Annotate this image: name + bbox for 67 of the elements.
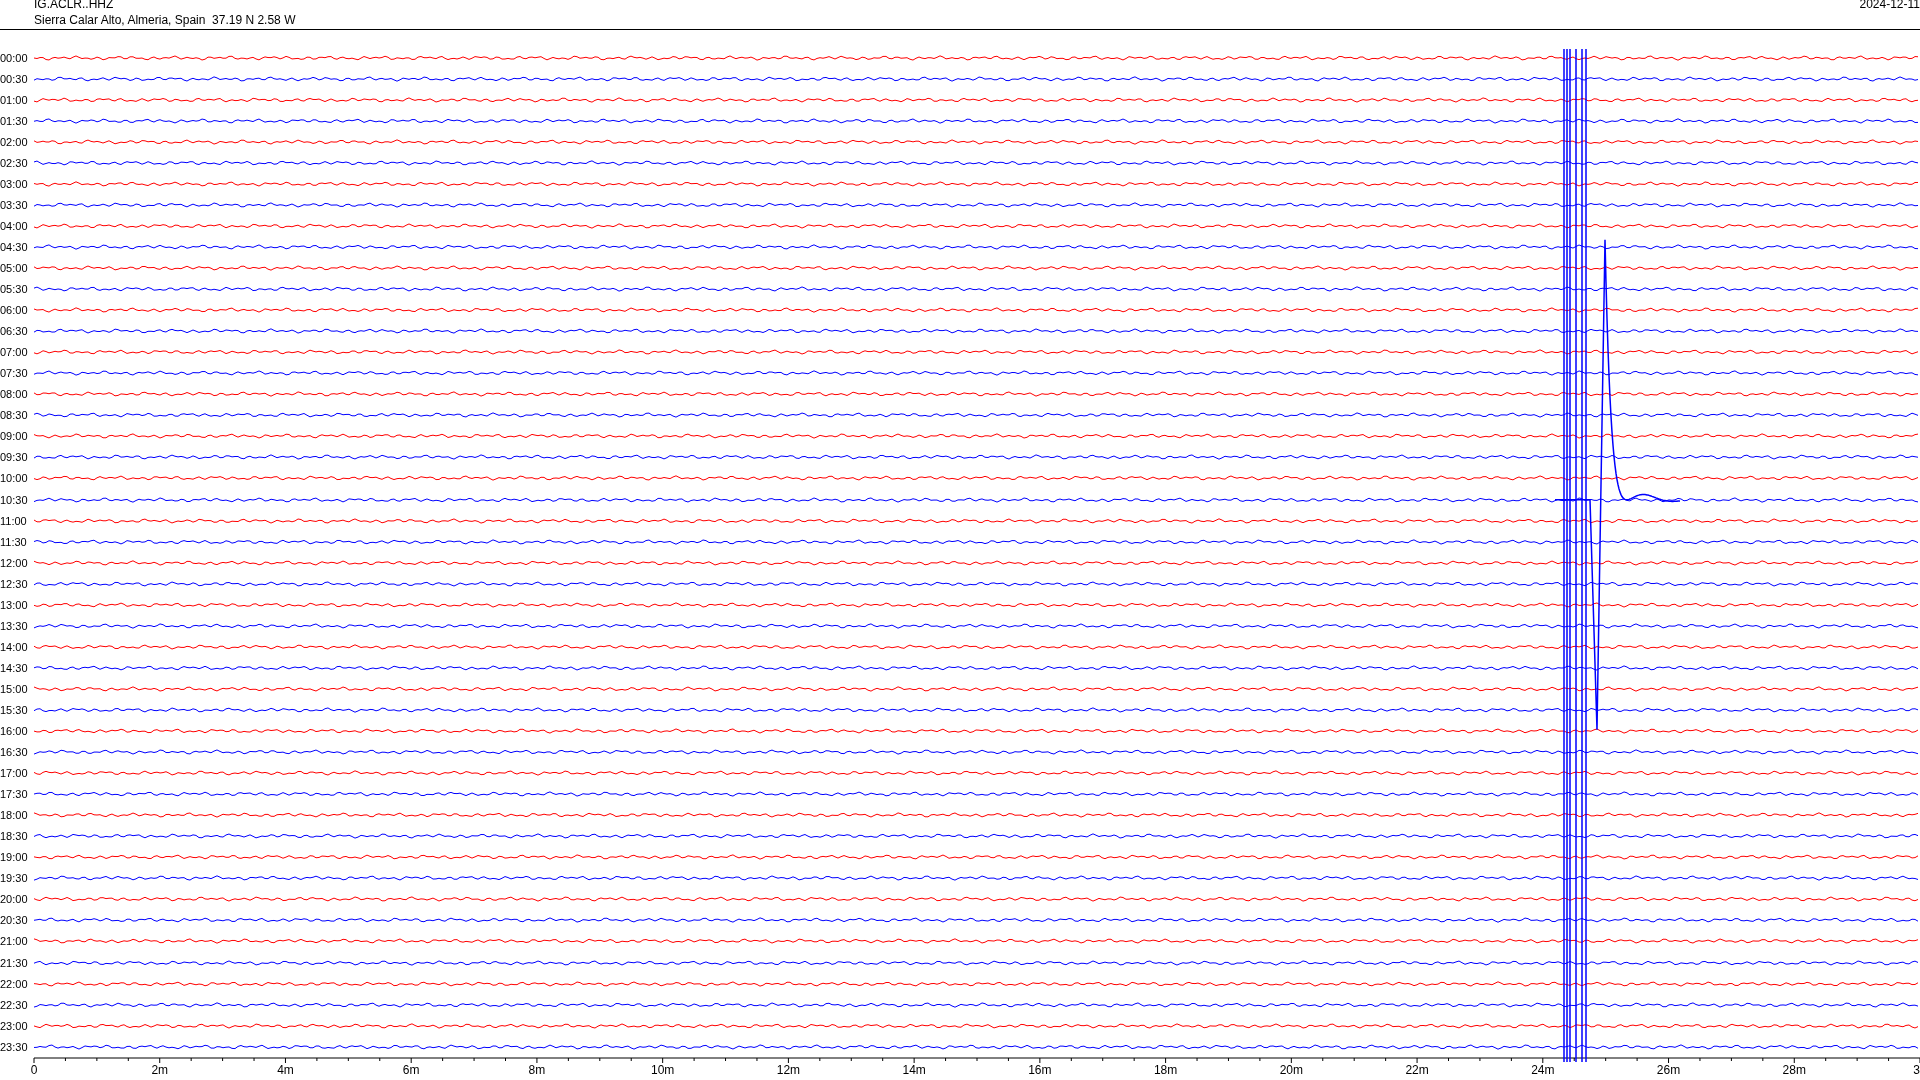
axis-label: 28m bbox=[1782, 1063, 1806, 1078]
row-time-label: 22:00 bbox=[0, 977, 29, 990]
row-time-label: 11:00 bbox=[0, 514, 28, 527]
row-time-label: 10:30 bbox=[0, 493, 29, 506]
row-time-label: 14:30 bbox=[0, 661, 29, 674]
row-time-label: 20:00 bbox=[0, 893, 29, 906]
row-time-label: 06:30 bbox=[0, 325, 29, 338]
row-time-label: 18:30 bbox=[0, 830, 29, 843]
row-time-label: 19:30 bbox=[0, 872, 29, 885]
row-time-label: 17:00 bbox=[0, 767, 29, 780]
axis-label: 16m bbox=[1028, 1063, 1052, 1078]
row-time-label: 08:00 bbox=[0, 388, 29, 401]
axis-label: 18m bbox=[1153, 1063, 1178, 1078]
axis-label: 26m bbox=[1656, 1063, 1681, 1078]
axis-label: 12m bbox=[776, 1063, 801, 1078]
row-time-label: 09:30 bbox=[0, 451, 29, 464]
axis-label: 10m bbox=[651, 1063, 675, 1078]
row-time-label: 02:30 bbox=[0, 156, 29, 169]
row-time-label: 00:30 bbox=[0, 72, 29, 85]
axis-label: 20m bbox=[1279, 1063, 1303, 1078]
row-time-label: 04:00 bbox=[0, 219, 29, 232]
row-time-label: 05:00 bbox=[0, 262, 29, 274]
row-time-label: 14:00 bbox=[0, 640, 29, 653]
row-time-label: 01:00 bbox=[0, 93, 29, 106]
axis-label: 2m bbox=[151, 1063, 169, 1078]
row-time-label: 15:30 bbox=[0, 703, 29, 716]
row-time-label: 21:30 bbox=[0, 956, 29, 969]
row-time-label: 10:00 bbox=[0, 472, 29, 485]
row-time-label: 02:00 bbox=[0, 135, 29, 148]
axis-label: 8m bbox=[528, 1063, 546, 1078]
row-time-label: 08:30 bbox=[0, 409, 29, 422]
row-time-label: 15:00 bbox=[0, 682, 29, 695]
row-time-label: 21:00 bbox=[0, 935, 29, 948]
row-time-label: 06:00 bbox=[0, 304, 29, 317]
row-time-label: 23:30 bbox=[0, 1040, 29, 1053]
row-time-label: 01:30 bbox=[0, 114, 29, 127]
axis-label: 14m bbox=[902, 1063, 926, 1078]
row-time-label: 16:30 bbox=[0, 746, 29, 759]
row-time-label: 05:30 bbox=[0, 283, 29, 296]
row-time-label: 12:30 bbox=[0, 577, 29, 590]
row-time-label: 16:00 bbox=[0, 725, 29, 737]
axis-label: 4m bbox=[277, 1063, 294, 1078]
row-time-label: 07:00 bbox=[0, 346, 29, 359]
axis-label: 6m bbox=[402, 1063, 420, 1078]
date-label: 2024-12-11 bbox=[1859, 0, 1920, 13]
row-time-label: 07:30 bbox=[0, 367, 29, 380]
station-location: Sierra Calar Alto, Almeria, Spain 37.19 N 2.58 W bbox=[34, 14, 296, 27]
row-time-label: 12:00 bbox=[0, 556, 29, 569]
row-time-label: 13:30 bbox=[0, 619, 29, 632]
axis-label: 3 bbox=[1913, 1063, 1920, 1078]
row-time-label: 03:30 bbox=[0, 198, 29, 211]
axis-label: 24m bbox=[1531, 1063, 1555, 1078]
station-code: IG.ACLR..HHZ bbox=[34, 0, 115, 11]
row-time-label: 04:30 bbox=[0, 240, 29, 253]
row-time-label: 19:00 bbox=[0, 851, 29, 864]
row-time-label: 11:30 bbox=[0, 535, 28, 548]
axis-label: 0 bbox=[30, 1063, 38, 1078]
row-time-label: 17:30 bbox=[0, 788, 29, 801]
row-time-label: 13:00 bbox=[0, 598, 29, 611]
row-time-label: 09:00 bbox=[0, 430, 29, 443]
row-time-label: 22:30 bbox=[0, 998, 29, 1011]
row-time-label: 18:00 bbox=[0, 809, 29, 822]
axis-label: 22m bbox=[1405, 1063, 1429, 1078]
row-time-label: 20:30 bbox=[0, 914, 29, 927]
row-time-label: 00:00 bbox=[0, 51, 29, 64]
row-time-label: 03:00 bbox=[0, 177, 29, 190]
row-time-label: 23:00 bbox=[0, 1019, 29, 1032]
